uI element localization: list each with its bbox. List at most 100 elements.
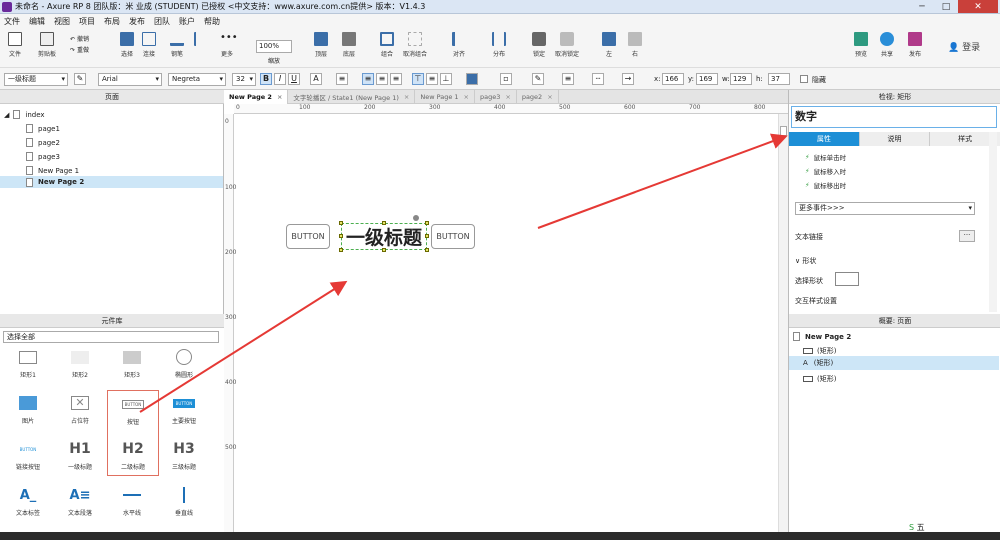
- w-field[interactable]: 129: [730, 73, 752, 85]
- event-onmouseleave[interactable]: ⚡ 鼠标移出时: [805, 180, 846, 190]
- collapse-icon[interactable]: ◢: [4, 111, 9, 119]
- x-field[interactable]: 166: [662, 73, 684, 85]
- tree-item-new-page-2[interactable]: New Page 2: [0, 176, 223, 188]
- widget-heading3[interactable]: H3 三级标题: [156, 440, 212, 480]
- h-field[interactable]: 37: [768, 73, 790, 85]
- outline-item[interactable]: (矩形): [803, 346, 836, 356]
- tab-carousel-state1[interactable]: 文字轮播区 / State1 (New Page 1) ×: [288, 90, 416, 104]
- menu-account[interactable]: 账户: [179, 16, 195, 27]
- file-button[interactable]: 文件: [0, 32, 30, 58]
- menu-help[interactable]: 帮助: [204, 16, 220, 27]
- tree-item-page2[interactable]: page2: [26, 138, 60, 147]
- distribute-button[interactable]: 分布: [484, 32, 514, 58]
- menu-project[interactable]: 项目: [79, 16, 95, 27]
- font-color-button[interactable]: A: [310, 73, 322, 85]
- tab-notes[interactable]: 说明: [859, 132, 931, 146]
- widget-vertical-line[interactable]: 垂直线: [156, 486, 212, 526]
- line-color-icon[interactable]: ✎: [532, 73, 544, 85]
- outline-item[interactable]: (矩形): [803, 374, 836, 384]
- fill-color-button[interactable]: [466, 73, 478, 85]
- tree-item-page3[interactable]: page3: [26, 152, 60, 161]
- hidden-checkbox[interactable]: [800, 75, 808, 83]
- minimize-button[interactable]: ─: [910, 0, 934, 13]
- menu-publish[interactable]: 发布: [129, 16, 145, 27]
- event-onclick[interactable]: ⚡ 鼠标单击时: [805, 152, 846, 162]
- line-width-icon[interactable]: ≡: [562, 73, 574, 85]
- resize-handle[interactable]: [339, 221, 343, 225]
- widget-image[interactable]: 图片: [0, 394, 56, 434]
- tab-page2[interactable]: page2 ×: [517, 90, 559, 104]
- resize-handle[interactable]: [425, 234, 429, 238]
- close-icon[interactable]: ×: [464, 93, 469, 101]
- align-button[interactable]: 对齐: [444, 32, 474, 58]
- tab-properties[interactable]: 属性: [789, 132, 860, 146]
- italic-button[interactable]: I: [274, 73, 286, 85]
- more-events-select[interactable]: 更多事件>>>: [795, 202, 975, 215]
- widget-horizontal-line[interactable]: 水平线: [104, 486, 160, 526]
- widget-paragraph[interactable]: A≡ 文本段落: [52, 486, 108, 526]
- widget-rect1[interactable]: 矩形1: [0, 348, 56, 388]
- resize-handle[interactable]: [339, 248, 343, 252]
- font-size-select[interactable]: 32: [232, 73, 256, 86]
- widget-heading2[interactable]: H2 二级标题: [107, 440, 159, 480]
- tab-new-page-2[interactable]: New Page 2 ×: [224, 90, 289, 104]
- unlock-button[interactable]: 取消锁定: [552, 32, 582, 58]
- tree-item-index[interactable]: ◢ index: [4, 110, 45, 119]
- shape-section[interactable]: ∨ 形状: [795, 256, 816, 266]
- shape-picker[interactable]: [835, 272, 859, 286]
- scroll-thumb[interactable]: [780, 126, 787, 136]
- valign-middle-icon[interactable]: ≡: [426, 73, 438, 85]
- redo-button[interactable]: ↷ 重做: [70, 45, 89, 54]
- share-button[interactable]: 共享: [872, 32, 902, 58]
- menu-team[interactable]: 团队: [154, 16, 170, 27]
- outline-page[interactable]: New Page 2: [793, 332, 851, 341]
- valign-top-icon[interactable]: ⊤: [412, 73, 424, 85]
- outline-item-selected[interactable]: A (矩形): [789, 356, 999, 370]
- maximize-button[interactable]: □: [934, 0, 958, 13]
- bullet-list-icon[interactable]: ≡: [336, 73, 348, 85]
- menu-edit[interactable]: 编辑: [29, 16, 45, 27]
- close-icon[interactable]: ×: [547, 93, 552, 101]
- login-button[interactable]: 👤 登录: [948, 40, 980, 53]
- close-button[interactable]: ✕: [958, 0, 998, 13]
- resize-handle[interactable]: [425, 248, 429, 252]
- line-style-icon[interactable]: ┄: [592, 73, 604, 85]
- align-left-icon[interactable]: ≡: [362, 73, 374, 85]
- align-right-icon[interactable]: ≡: [390, 73, 402, 85]
- widget-primary-button[interactable]: BUTTON 主要按钮: [156, 394, 212, 434]
- underline-button[interactable]: U: [288, 73, 300, 85]
- publish-button[interactable]: 发布: [900, 32, 930, 58]
- right-button[interactable]: 右: [620, 32, 650, 58]
- widget-heading1[interactable]: H1 一级标题: [52, 440, 108, 480]
- tab-new-page-1[interactable]: New Page 1 ×: [415, 90, 475, 104]
- style-edit-icon[interactable]: ✎: [74, 73, 86, 85]
- lock-button[interactable]: 锁定: [524, 32, 554, 58]
- more-button[interactable]: ••• 更多: [212, 32, 242, 58]
- widget-rect2[interactable]: 矩形2: [52, 348, 108, 388]
- menu-layout[interactable]: 布局: [104, 16, 120, 27]
- tab-page3[interactable]: page3 ×: [475, 90, 517, 104]
- group-button[interactable]: 组合: [372, 32, 402, 58]
- widget-link-button[interactable]: BUTTON 链接按钮: [0, 440, 56, 480]
- shadow-button[interactable]: ▫: [500, 73, 512, 85]
- valign-bottom-icon[interactable]: ⊥: [440, 73, 452, 85]
- undo-button[interactable]: ↶ 撤销: [70, 34, 89, 43]
- widget-placeholder[interactable]: ✕ 占位符: [52, 394, 108, 434]
- widget-name-field[interactable]: 数字: [791, 106, 997, 128]
- text-link-button[interactable]: ···: [959, 230, 975, 242]
- event-onmouseenter[interactable]: ⚡ 鼠标移入时: [805, 166, 846, 176]
- menu-file[interactable]: 文件: [4, 16, 20, 27]
- menu-view[interactable]: 视图: [54, 16, 70, 27]
- style-select[interactable]: 一级标题: [4, 73, 68, 86]
- arrow-style-icon[interactable]: →: [622, 73, 634, 85]
- close-icon[interactable]: ×: [404, 93, 409, 101]
- resize-handle[interactable]: [382, 221, 386, 225]
- resize-handle[interactable]: [382, 248, 386, 252]
- design-canvas[interactable]: 0 100 200 300 400 500 600 700 800 0 100 …: [224, 104, 788, 540]
- canvas-scrollbar[interactable]: [778, 114, 788, 540]
- bold-button[interactable]: B: [260, 73, 272, 85]
- tree-item-page1[interactable]: page1: [26, 124, 60, 133]
- widget-ellipse[interactable]: 椭圆形: [156, 348, 212, 388]
- clipboard-button[interactable]: 剪贴板: [32, 32, 62, 58]
- zoom-select[interactable]: 100%: [256, 40, 292, 53]
